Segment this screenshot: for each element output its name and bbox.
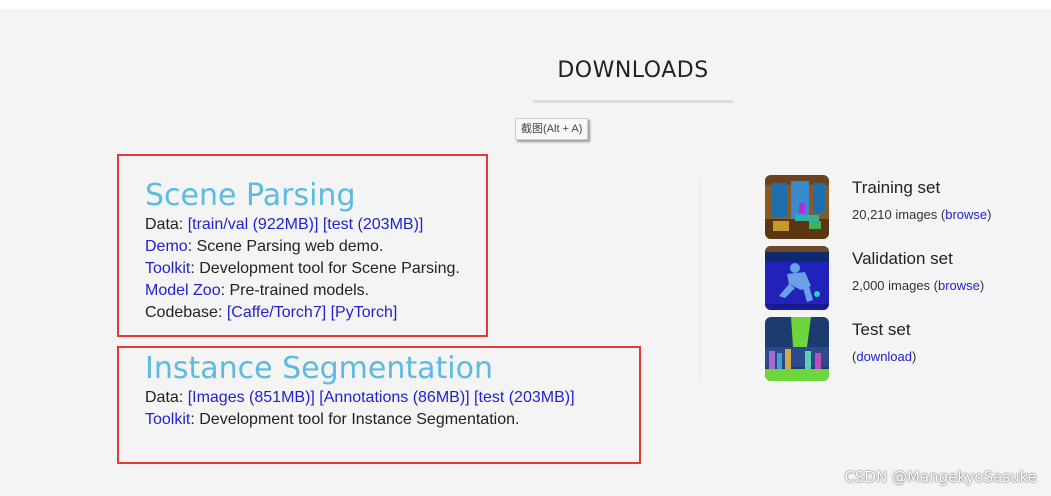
training-browse-link[interactable]: browse — [945, 207, 987, 222]
title-underline — [533, 100, 733, 103]
training-set-title: Training set — [852, 178, 941, 197]
instance-segmentation-section: Instance Segmentation Data: [Images (851… — [145, 351, 575, 431]
test-set-download: (download) — [852, 349, 917, 364]
instance-toolkit-line: Toolkit: Development tool for Instance S… — [145, 409, 575, 431]
training-set-thumbnail[interactable] — [765, 175, 829, 239]
validation-set-thumbnail[interactable] — [765, 246, 829, 310]
instance-test-download-link[interactable]: [test (203MB)] — [474, 389, 574, 406]
caffe-torch7-link[interactable]: [Caffe/Torch7] — [227, 304, 326, 321]
data-label: Data: — [145, 216, 188, 233]
training-set-count: 20,210 images (browse) — [852, 207, 992, 222]
images-download-link[interactable]: [Images (851MB)] — [188, 389, 315, 406]
demo-link[interactable]: Demo — [145, 238, 188, 255]
trainval-download-link[interactable]: [train/val (922MB)] — [188, 216, 319, 233]
annotations-download-link[interactable]: [Annotations (86MB)] — [319, 389, 469, 406]
test-set-title: Test set — [852, 320, 911, 339]
validation-set-title: Validation set — [852, 249, 953, 268]
scene-modelzoo-line: Model Zoo: Pre-trained models. — [145, 280, 460, 302]
data-label: Data: — [145, 389, 188, 406]
scene-parsing-section: Scene Parsing Data: [train/val (922MB)] … — [145, 178, 460, 324]
column-divider — [700, 178, 701, 382]
instance-data-line: Data: [Images (851MB)] [Annotations (86M… — [145, 387, 575, 409]
model-zoo-link[interactable]: Model Zoo — [145, 282, 221, 299]
top-bar — [0, 0, 1051, 9]
validation-browse-link[interactable]: browse — [938, 278, 980, 293]
toolkit-description: : Development tool for Scene Parsing. — [190, 260, 460, 277]
screenshot-tooltip: 截图(Alt + A) — [515, 118, 589, 140]
instance-toolkit-link[interactable]: Toolkit — [145, 411, 190, 428]
instance-segmentation-title: Instance Segmentation — [145, 351, 493, 386]
test-set-download-link[interactable]: download — [856, 349, 912, 364]
scene-demo-line: Demo: Scene Parsing web demo. — [145, 236, 460, 258]
model-zoo-description: : Pre-trained models. — [220, 282, 370, 299]
toolkit-link[interactable]: Toolkit — [145, 260, 190, 277]
test-set-thumbnail[interactable] — [765, 317, 829, 381]
pytorch-link[interactable]: [PyTorch] — [331, 304, 398, 321]
scene-toolkit-line: Toolkit: Development tool for Scene Pars… — [145, 258, 460, 280]
demo-description: : Scene Parsing web demo. — [187, 238, 384, 255]
validation-set-count: 2,000 images (browse) — [852, 278, 985, 293]
test-download-link[interactable]: [test (203MB)] — [323, 216, 423, 233]
scene-codebase-line: Codebase: [Caffe/Torch7] [PyTorch] — [145, 302, 460, 324]
page-title: DOWNLOADS — [557, 58, 709, 83]
codebase-label: Codebase: — [145, 304, 227, 321]
scene-data-line: Data: [train/val (922MB)] [test (203MB)] — [145, 214, 460, 236]
instance-toolkit-description: : Development tool for Instance Segmenta… — [190, 411, 520, 428]
watermark: CSDN @MangekyoSasuke — [844, 468, 1037, 486]
scene-parsing-title: Scene Parsing — [145, 178, 356, 213]
